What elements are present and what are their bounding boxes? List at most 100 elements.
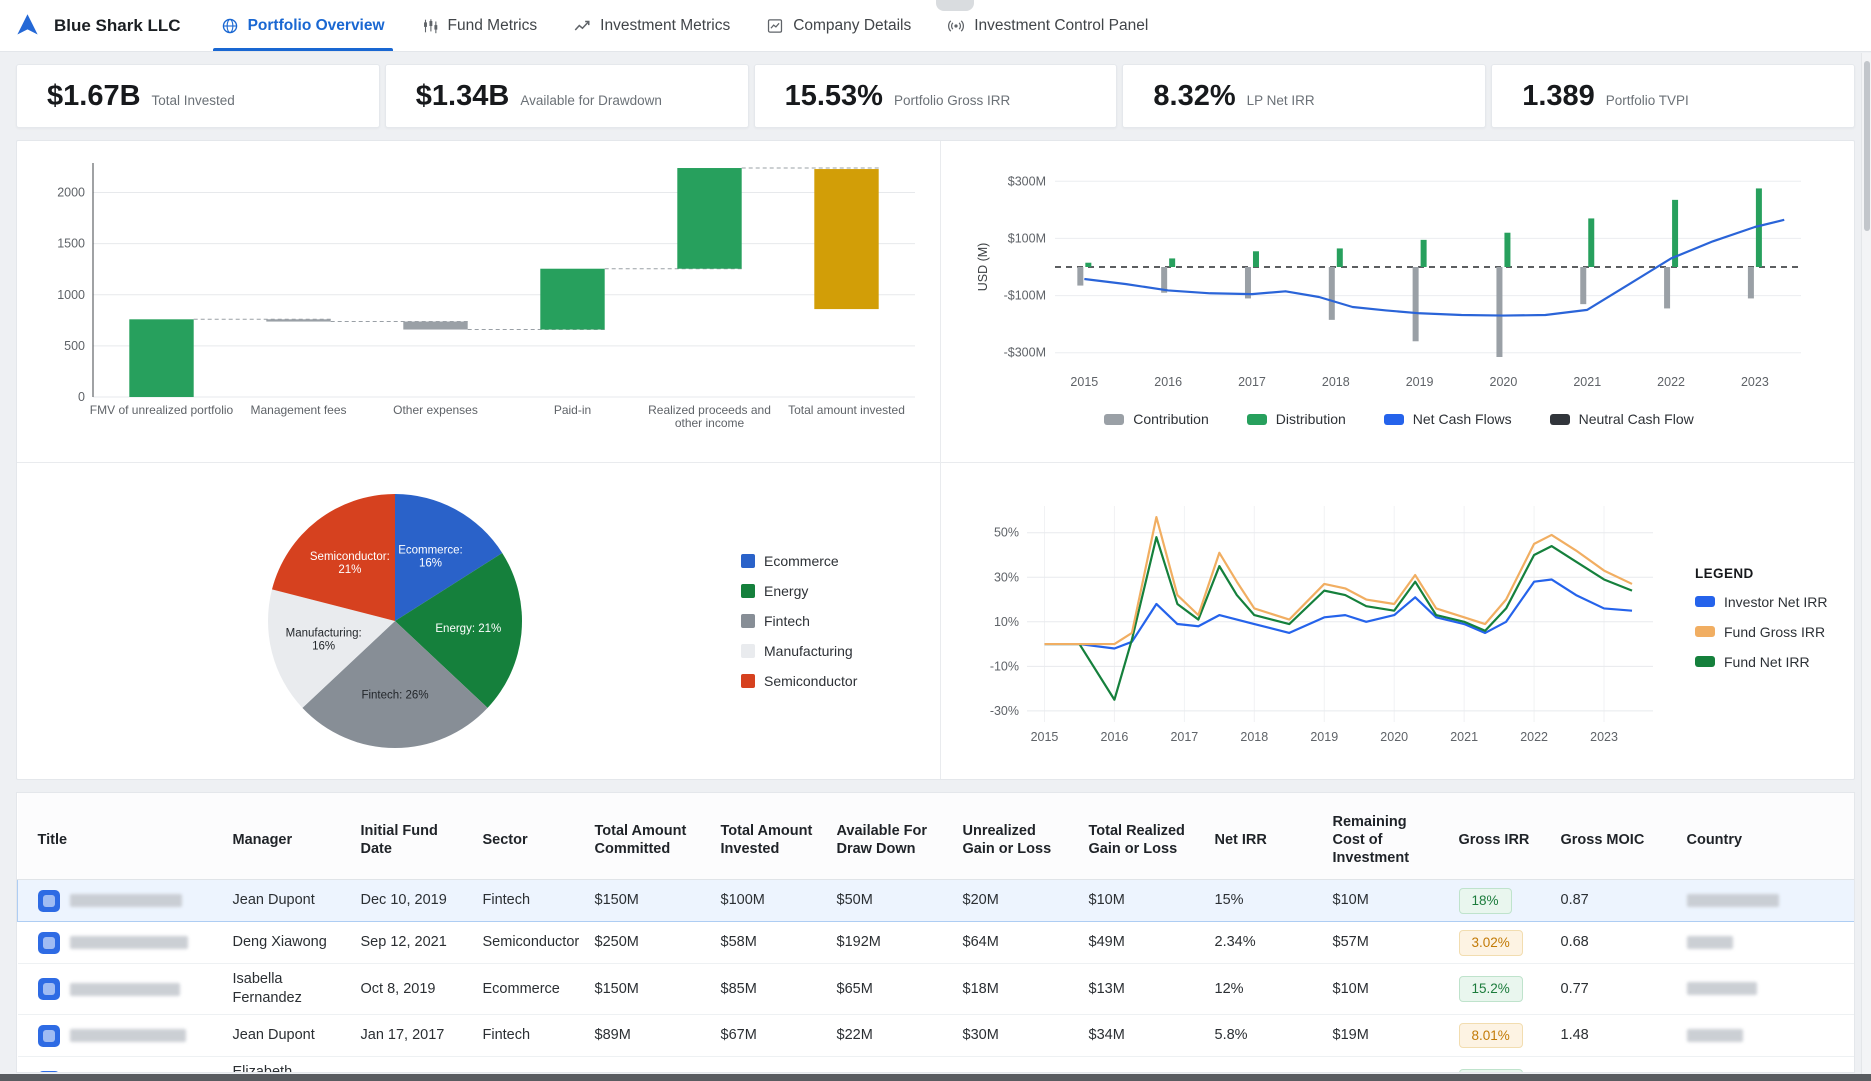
logo-icon (14, 12, 41, 39)
spacer-cell (1827, 922, 1855, 964)
column-header-initial-fund-date[interactable]: Initial Fund Date (351, 793, 473, 880)
table-row[interactable]: Isabella FernandezOct 8, 2019Ecommerce$1… (18, 964, 1855, 1015)
initial-fund-date-cell: Dec 10, 2019 (351, 880, 473, 922)
title-cell (18, 922, 223, 964)
vertical-scrollbar[interactable] (1861, 53, 1871, 1074)
waterfall-bar (814, 169, 878, 309)
column-header-total-amount-invested[interactable]: Total Amount Invested (711, 793, 827, 880)
legend-swatch (1695, 626, 1715, 637)
legend-swatch (1104, 414, 1124, 425)
x-tick-label: 2022 (1657, 375, 1685, 389)
table-header-row: TitleManagerInitial Fund DateSectorTotal… (18, 793, 1855, 880)
net-irr-cell: 5.8% (1205, 1015, 1323, 1057)
realized-gain-cell: $13M (1079, 964, 1205, 1015)
column-header-sector[interactable]: Sector (473, 793, 585, 880)
legend-item: Neutral Cash Flow (1550, 411, 1694, 427)
column-header-manager[interactable]: Manager (223, 793, 351, 880)
window-drag-handle[interactable] (936, 0, 974, 11)
column-header-spacer (1827, 793, 1855, 880)
available-drawdown-cell: $192M (827, 922, 953, 964)
gross-irr-badge: 3.02% (1459, 930, 1523, 956)
gross-moic-cell: 1.48 (1551, 1015, 1677, 1057)
kpi-value: $1.34B (416, 80, 510, 113)
y-tick-label: -10% (990, 659, 1019, 673)
redacted-title (70, 936, 188, 949)
total-committed-cell: $89M (585, 1015, 711, 1057)
x-tick-label: 2020 (1490, 375, 1518, 389)
y-tick-label: 500 (64, 339, 85, 353)
initial-fund-date-cell: Oct 8, 2019 (351, 964, 473, 1015)
kpi-summary-row: $1.67BTotal Invested $1.34BAvailable for… (16, 64, 1855, 128)
kpi-label: Portfolio Gross IRR (894, 93, 1010, 108)
trend-up-icon (573, 17, 591, 35)
legend-label: Semiconductor (764, 673, 857, 689)
total-invested-cell: $120M (711, 1057, 827, 1073)
company-logo (38, 978, 60, 1000)
column-header-title[interactable]: Title (18, 793, 223, 880)
country-cell (1677, 1057, 1827, 1073)
column-header-gross-irr[interactable]: Gross IRR (1449, 793, 1551, 880)
legend-label: Investor Net IRR (1724, 594, 1827, 610)
candlestick-chart-icon (421, 17, 439, 35)
contribution-bar (1580, 267, 1586, 304)
broadcast-icon (947, 17, 965, 35)
x-tick-label: 2022 (1520, 730, 1548, 744)
column-header-unrealized-gain-or-loss[interactable]: Unrealized Gain or Loss (953, 793, 1079, 880)
column-header-country[interactable]: Country (1677, 793, 1827, 880)
tab-fund-metrics[interactable]: Fund Metrics (403, 0, 556, 51)
tab-portfolio-overview[interactable]: Portfolio Overview (203, 0, 403, 51)
gross-moic-cell: 0.89 (1551, 1057, 1677, 1073)
unrealized-gain-cell: $18M (953, 964, 1079, 1015)
remaining-cost-cell: $19M (1323, 1015, 1449, 1057)
gross-irr-cell: 15.2% (1449, 964, 1551, 1015)
legend-item: Distribution (1247, 411, 1346, 427)
portfolio-dashboard: Blue Shark LLC Portfolio Overview Fund M… (0, 0, 1871, 1073)
column-header-total-realized-gain-or-loss[interactable]: Total Realized Gain or Loss (1079, 793, 1205, 880)
cashflow-legend: ContributionDistributionNet Cash FlowsNe… (971, 411, 1827, 427)
sector-pie-svg: Ecommerce:16%Energy: 21%Fintech: 26%Manu… (135, 471, 655, 771)
redacted-country (1687, 894, 1779, 907)
company-name: Blue Shark LLC (54, 0, 181, 51)
redacted-country (1687, 1029, 1743, 1042)
kpi-value: 8.32% (1153, 80, 1235, 113)
horizontal-scrollbar[interactable] (0, 1074, 1871, 1081)
column-header-net-irr[interactable]: Net IRR (1205, 793, 1323, 880)
scrollbar-thumb[interactable] (1864, 61, 1870, 231)
available-drawdown-cell: $22M (827, 1015, 953, 1057)
x-category-label: Realized proceeds and (648, 403, 771, 417)
x-tick-label: 2017 (1238, 375, 1266, 389)
table-row[interactable]: Jean DupontJan 17, 2017Fintech$89M$67M$2… (18, 1015, 1855, 1057)
gross-irr-cell: 18% (1449, 880, 1551, 922)
column-header-gross-moic[interactable]: Gross MOIC (1551, 793, 1677, 880)
legend-swatch (1695, 596, 1715, 607)
sector-cell: Ecommerce (473, 964, 585, 1015)
column-header-available-for-draw-down[interactable]: Available For Draw Down (827, 793, 953, 880)
app-logo[interactable] (0, 0, 54, 51)
remaining-cost-cell: $57M (1323, 922, 1449, 964)
distribution-bar (1337, 248, 1343, 267)
tab-company-details[interactable]: Company Details (748, 0, 929, 51)
table-row[interactable]: Elizabeth JohnsonAug 5, 2018Manufacturin… (18, 1057, 1855, 1073)
total-committed-cell: $250M (585, 922, 711, 964)
column-header-remaining-cost-of-investment[interactable]: Remaining Cost of Investment (1323, 793, 1449, 880)
table-row[interactable]: Deng XiawongSep 12, 2021Semiconductor$25… (18, 922, 1855, 964)
kpi-lp-net-irr: 8.32%LP Net IRR (1122, 64, 1486, 128)
y-tick-label: 1000 (57, 288, 85, 302)
cashflow-chart-panel: $300M$100M-$100M-$300M201520162017201820… (941, 141, 1854, 463)
redacted-title (70, 1029, 186, 1042)
y-tick-label: -$100M (1004, 289, 1046, 303)
legend-item: Energy (741, 583, 857, 599)
y-tick-label: $300M (1008, 174, 1046, 188)
x-category-label: FMV of unrealized portfolio (90, 403, 234, 417)
table-row[interactable]: Jean DupontDec 10, 2019Fintech$150M$100M… (18, 880, 1855, 922)
y-tick-label: 30% (994, 570, 1019, 584)
waterfall-bar (677, 168, 741, 269)
column-header-total-amount-committed[interactable]: Total Amount Committed (585, 793, 711, 880)
unrealized-gain-cell: $64M (953, 922, 1079, 964)
x-tick-label: 2016 (1154, 375, 1182, 389)
slice-label: Energy: 21% (435, 623, 501, 635)
distribution-bar (1588, 218, 1594, 267)
tab-investment-metrics[interactable]: Investment Metrics (555, 0, 748, 51)
kpi-total-invested: $1.67BTotal Invested (16, 64, 380, 128)
tab-label: Investment Control Panel (974, 17, 1148, 35)
